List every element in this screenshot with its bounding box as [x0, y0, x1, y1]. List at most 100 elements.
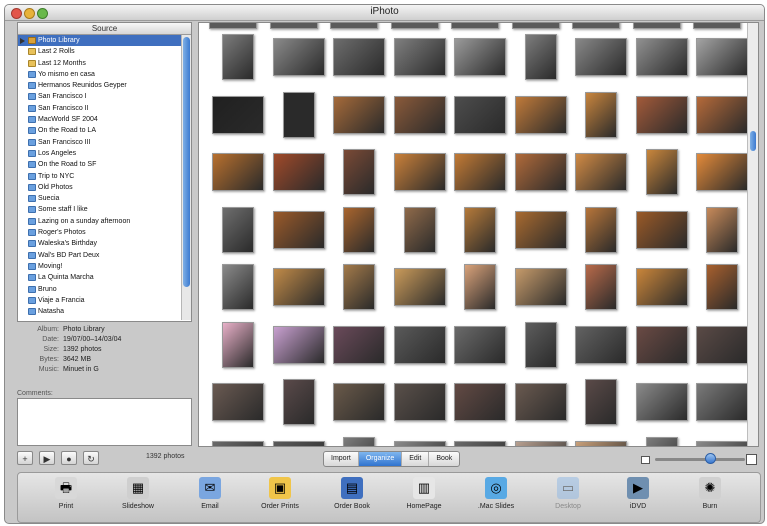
photo-thumbnail[interactable]	[585, 207, 617, 253]
idvd-button[interactable]: ▶ iDVD	[606, 477, 670, 510]
zoom-slider-knob[interactable]	[705, 453, 716, 464]
photo-thumbnail[interactable]	[696, 326, 748, 364]
photo-thumbnail[interactable]	[394, 268, 446, 306]
photo-thumbnail[interactable]	[454, 383, 506, 421]
photo-thumbnail[interactable]	[273, 153, 325, 191]
photo-thumbnail[interactable]	[575, 153, 627, 191]
photo-thumbnail[interactable]	[454, 153, 506, 191]
photo-thumbnail[interactable]	[222, 322, 254, 368]
photo-thumbnail[interactable]	[515, 268, 567, 306]
album-item[interactable]: Trip to NYC	[18, 171, 181, 182]
photo-thumbnail[interactable]	[394, 38, 446, 76]
photo-thumbnail[interactable]	[572, 23, 620, 29]
photo-thumbnail[interactable]	[512, 23, 560, 29]
photo-thumbnail[interactable]	[515, 153, 567, 191]
photo-thumbnail[interactable]	[404, 207, 436, 253]
homepage-button[interactable]: ▥ HomePage	[392, 477, 456, 510]
photo-thumbnail[interactable]	[391, 23, 439, 29]
play-slideshow-button[interactable]: ▶	[39, 451, 55, 465]
email-button[interactable]: ✉ Email	[178, 477, 242, 510]
photo-thumbnail[interactable]	[273, 441, 325, 446]
photo-thumbnail[interactable]	[575, 326, 627, 364]
photo-thumbnail[interactable]	[212, 153, 264, 191]
slideshow-button[interactable]: ▦ Slideshow	[106, 477, 170, 510]
photo-thumbnail[interactable]	[636, 211, 688, 249]
photo-thumbnail[interactable]	[585, 379, 617, 425]
photo-thumbnail[interactable]	[575, 441, 627, 446]
photo-thumbnail[interactable]	[454, 441, 506, 446]
photo-thumbnail[interactable]	[696, 38, 748, 76]
album-item[interactable]: Last 2 Rolls	[18, 46, 181, 57]
photo-thumbnail[interactable]	[394, 441, 446, 446]
album-item[interactable]: On the Road to SF	[18, 159, 181, 170]
photo-thumbnail[interactable]	[333, 383, 385, 421]
print-button[interactable]: 🖶 Print	[34, 477, 98, 510]
photo-thumbnail[interactable]	[212, 441, 264, 446]
photo-thumbnail[interactable]	[696, 96, 748, 134]
photo-thumbnail[interactable]	[525, 34, 557, 80]
photo-thumbnail[interactable]	[696, 383, 748, 421]
photo-thumbnail[interactable]	[515, 441, 567, 446]
photo-thumbnail[interactable]	[636, 383, 688, 421]
album-item[interactable]: Photo Library	[18, 35, 181, 47]
photo-thumbnail[interactable]	[209, 23, 257, 29]
photo-thumbnail[interactable]	[222, 34, 254, 80]
album-item[interactable]: San Francisco I	[18, 91, 181, 102]
photo-thumbnail[interactable]	[515, 96, 567, 134]
album-item[interactable]: San Francisco III	[18, 137, 181, 148]
photo-thumbnail[interactable]	[273, 211, 325, 249]
photo-thumbnail[interactable]	[273, 38, 325, 76]
photo-thumbnail[interactable]	[273, 326, 325, 364]
album-item[interactable]: San Francisco II	[18, 103, 181, 114]
photo-thumbnail[interactable]	[283, 379, 315, 425]
photo-thumbnail[interactable]	[585, 264, 617, 310]
photo-thumbnail[interactable]	[343, 437, 375, 446]
photo-thumbnail[interactable]	[706, 207, 738, 253]
album-item[interactable]: On the Road to LA	[18, 125, 181, 136]
album-item[interactable]: Roger's Photos	[18, 227, 181, 238]
photo-thumbnail[interactable]	[636, 38, 688, 76]
photo-thumbnail[interactable]	[212, 96, 264, 134]
photo-thumbnail[interactable]	[525, 322, 557, 368]
photo-thumbnail[interactable]	[333, 38, 385, 76]
photo-thumbnail[interactable]	[646, 149, 678, 195]
photo-thumbnail[interactable]	[273, 268, 325, 306]
photo-thumbnail[interactable]	[394, 96, 446, 134]
album-item[interactable]: Some staff I like	[18, 204, 181, 215]
mode-import[interactable]: Import	[324, 452, 359, 466]
album-item[interactable]: Moving!	[18, 261, 181, 272]
photo-thumbnail[interactable]	[464, 264, 496, 310]
source-scrollbar[interactable]	[181, 35, 191, 320]
photo-thumbnail[interactable]	[222, 264, 254, 310]
zoom-slider[interactable]	[655, 458, 745, 461]
photo-thumbnail[interactable]	[333, 326, 385, 364]
photo-thumbnail[interactable]	[394, 383, 446, 421]
order-prints-button[interactable]: ▣ Order Prints	[248, 477, 312, 510]
photo-thumbnail[interactable]	[283, 92, 315, 138]
album-item[interactable]: Old Photos	[18, 182, 181, 193]
photo-thumbnail[interactable]	[333, 96, 385, 134]
photo-thumbnail[interactable]	[515, 383, 567, 421]
photo-thumbnail[interactable]	[270, 23, 318, 29]
comments-field[interactable]	[17, 398, 192, 446]
photo-scrollbar[interactable]	[747, 23, 758, 446]
mode-organize[interactable]: Organize	[358, 452, 403, 466]
photo-thumbnail[interactable]	[464, 207, 496, 253]
photo-thumbnail[interactable]	[633, 23, 681, 29]
photo-thumbnail[interactable]	[696, 441, 748, 446]
album-item[interactable]: Yo mismo en casa	[18, 69, 181, 80]
photo-thumbnail[interactable]	[515, 211, 567, 249]
album-item[interactable]: Wal's BD Part Deux	[18, 250, 181, 261]
order-book-button[interactable]: ▤ Order Book	[320, 477, 384, 510]
photo-thumbnail[interactable]	[646, 437, 678, 446]
photo-thumbnail[interactable]	[343, 149, 375, 195]
photo-thumbnail[interactable]	[394, 153, 446, 191]
photo-thumbnail[interactable]	[212, 383, 264, 421]
photo-thumbnail[interactable]	[330, 23, 378, 29]
album-item[interactable]: La Quinta Marcha	[18, 272, 181, 283]
album-item[interactable]: Hermanos Reunidos Geyper	[18, 80, 181, 91]
album-item[interactable]: Last 12 Months	[18, 58, 181, 69]
photo-thumbnail[interactable]	[454, 38, 506, 76]
mode-book[interactable]: Book	[429, 452, 459, 466]
disclosure-triangle-icon[interactable]	[20, 38, 25, 44]
